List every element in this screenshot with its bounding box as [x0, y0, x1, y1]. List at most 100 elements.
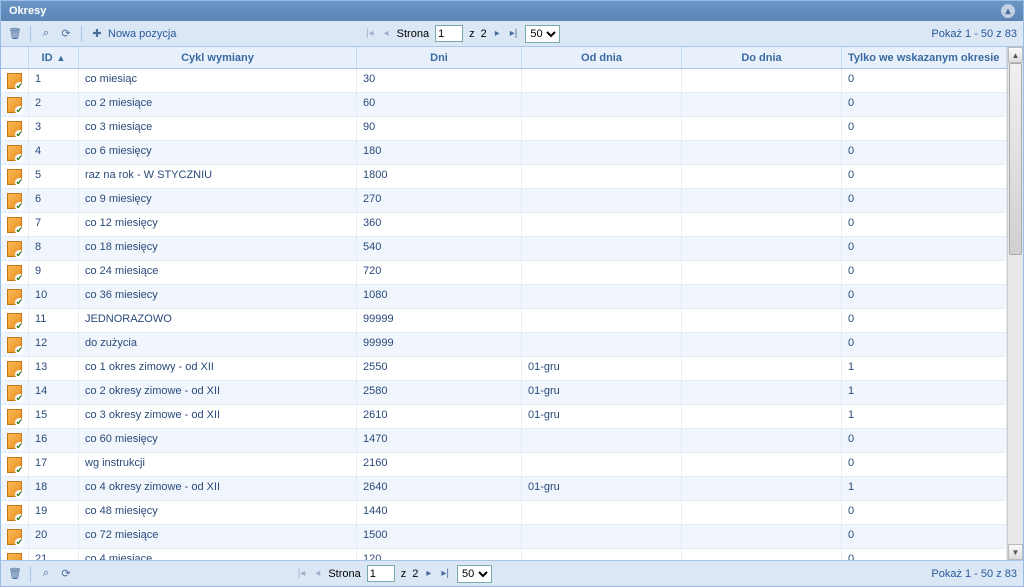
- table-row[interactable]: 8co 18 miesięcy5400: [1, 237, 1007, 261]
- edit-icon[interactable]: [7, 553, 22, 561]
- first-page-icon[interactable]: |◂: [296, 568, 308, 579]
- edit-icon[interactable]: [7, 289, 22, 305]
- table-row[interactable]: 18co 4 okresy zimowe - od XII264001-gru1: [1, 477, 1007, 501]
- table-row[interactable]: 12do zużycia999990: [1, 333, 1007, 357]
- cell-id: 17: [29, 453, 79, 476]
- separator: [30, 566, 31, 582]
- cell-od: [522, 141, 682, 164]
- edit-icon[interactable]: [7, 265, 22, 281]
- cell-id: 2: [29, 93, 79, 116]
- col-header-edit[interactable]: [1, 47, 29, 68]
- edit-icon[interactable]: [7, 457, 22, 473]
- refresh-icon[interactable]: ⟳: [58, 566, 74, 582]
- cell-dni: 30: [357, 69, 522, 92]
- collapse-icon[interactable]: ▴: [1001, 4, 1015, 18]
- scroll-up-icon[interactable]: ▲: [1008, 47, 1023, 63]
- table-row[interactable]: 10co 36 miesiecy10800: [1, 285, 1007, 309]
- cell-id: 7: [29, 213, 79, 236]
- cell-id: 3: [29, 117, 79, 140]
- scroll-thumb[interactable]: [1009, 63, 1022, 255]
- grid-header: ID ▲ Cykl wymiany Dni Od dnia Do dnia Ty…: [1, 47, 1007, 69]
- table-row[interactable]: 14co 2 okresy zimowe - od XII258001-gru1: [1, 381, 1007, 405]
- edit-cell: [1, 477, 29, 500]
- edit-icon[interactable]: [7, 169, 22, 185]
- cell-od: [522, 525, 682, 548]
- edit-cell: [1, 69, 29, 92]
- cell-tylko: 1: [842, 477, 1007, 500]
- edit-cell: [1, 501, 29, 524]
- search-icon[interactable]: ⌕: [38, 566, 54, 582]
- new-record-label: Nowa pozycja: [108, 28, 176, 40]
- prev-page-icon[interactable]: ◂: [313, 568, 322, 579]
- search-icon[interactable]: ⌕: [38, 26, 54, 42]
- table-row[interactable]: 17wg instrukcji21600: [1, 453, 1007, 477]
- cell-od: [522, 237, 682, 260]
- page-size-select[interactable]: 50: [525, 25, 560, 43]
- page-input[interactable]: [435, 25, 463, 42]
- col-header-id[interactable]: ID ▲: [29, 47, 79, 68]
- delete-icon[interactable]: 🗑: [7, 26, 23, 42]
- col-header-tylko[interactable]: Tylko we wskazanym okresie: [842, 47, 1007, 68]
- cell-cykl: co 18 miesięcy: [79, 237, 357, 260]
- edit-icon[interactable]: [7, 313, 22, 329]
- scroll-track[interactable]: [1008, 63, 1023, 544]
- table-row[interactable]: 6co 9 miesięcy2700: [1, 189, 1007, 213]
- edit-cell: [1, 141, 29, 164]
- table-row[interactable]: 16co 60 miesięcy14700: [1, 429, 1007, 453]
- edit-icon[interactable]: [7, 73, 22, 89]
- table-row[interactable]: 5raz na rok - W STYCZNIU18000: [1, 165, 1007, 189]
- edit-icon[interactable]: [7, 217, 22, 233]
- new-record-button[interactable]: ✚ Nowa pozycja: [89, 26, 176, 42]
- edit-icon[interactable]: [7, 385, 22, 401]
- next-page-icon[interactable]: ▸: [424, 568, 433, 579]
- edit-icon[interactable]: [7, 193, 22, 209]
- edit-cell: [1, 261, 29, 284]
- prev-page-icon[interactable]: ◂: [382, 28, 391, 39]
- last-page-icon[interactable]: ▸|: [508, 28, 520, 39]
- edit-icon[interactable]: [7, 361, 22, 377]
- refresh-icon[interactable]: ⟳: [58, 26, 74, 42]
- page-size-select[interactable]: 50: [457, 565, 492, 583]
- last-page-icon[interactable]: ▸|: [439, 568, 451, 579]
- table-row[interactable]: 15co 3 okresy zimowe - od XII261001-gru1: [1, 405, 1007, 429]
- cell-id: 19: [29, 501, 79, 524]
- edit-icon[interactable]: [7, 337, 22, 353]
- delete-icon[interactable]: 🗑: [7, 566, 23, 582]
- table-row[interactable]: 19co 48 miesięcy14400: [1, 501, 1007, 525]
- edit-icon[interactable]: [7, 241, 22, 257]
- col-header-dni[interactable]: Dni: [357, 47, 522, 68]
- cell-cykl: JEDNORAZOWO: [79, 309, 357, 332]
- col-header-cykl[interactable]: Cykl wymiany: [79, 47, 357, 68]
- col-header-od[interactable]: Od dnia: [522, 47, 682, 68]
- first-page-icon[interactable]: |◂: [364, 28, 376, 39]
- edit-icon[interactable]: [7, 433, 22, 449]
- vertical-scrollbar[interactable]: ▲ ▼: [1007, 47, 1023, 560]
- edit-icon[interactable]: [7, 481, 22, 497]
- table-row[interactable]: 3co 3 miesiące900: [1, 117, 1007, 141]
- page-input[interactable]: [367, 565, 395, 582]
- table-row[interactable]: 7co 12 miesięcy3600: [1, 213, 1007, 237]
- page-total-prefix: z: [469, 28, 475, 40]
- edit-icon[interactable]: [7, 121, 22, 137]
- edit-icon[interactable]: [7, 145, 22, 161]
- table-row[interactable]: 4co 6 miesięcy1800: [1, 141, 1007, 165]
- cell-id: 1: [29, 69, 79, 92]
- cell-tylko: 0: [842, 333, 1007, 356]
- table-row[interactable]: 9co 24 miesiące7200: [1, 261, 1007, 285]
- table-row[interactable]: 20co 72 miesiące15000: [1, 525, 1007, 549]
- cell-dni: 90: [357, 117, 522, 140]
- table-row[interactable]: 11JEDNORAZOWO999990: [1, 309, 1007, 333]
- cell-dni: 1800: [357, 165, 522, 188]
- col-header-do[interactable]: Do dnia: [682, 47, 842, 68]
- table-row[interactable]: 1co miesiąc300: [1, 69, 1007, 93]
- edit-icon[interactable]: [7, 97, 22, 113]
- next-page-icon[interactable]: ▸: [493, 28, 502, 39]
- scroll-down-icon[interactable]: ▼: [1008, 544, 1023, 560]
- edit-icon[interactable]: [7, 505, 22, 521]
- edit-icon[interactable]: [7, 529, 22, 545]
- table-row[interactable]: 2co 2 miesiące600: [1, 93, 1007, 117]
- cell-do: [682, 405, 842, 428]
- table-row[interactable]: 13co 1 okres zimowy - od XII255001-gru1: [1, 357, 1007, 381]
- edit-icon[interactable]: [7, 409, 22, 425]
- table-row[interactable]: 21co 4 miesiące1200: [1, 549, 1007, 560]
